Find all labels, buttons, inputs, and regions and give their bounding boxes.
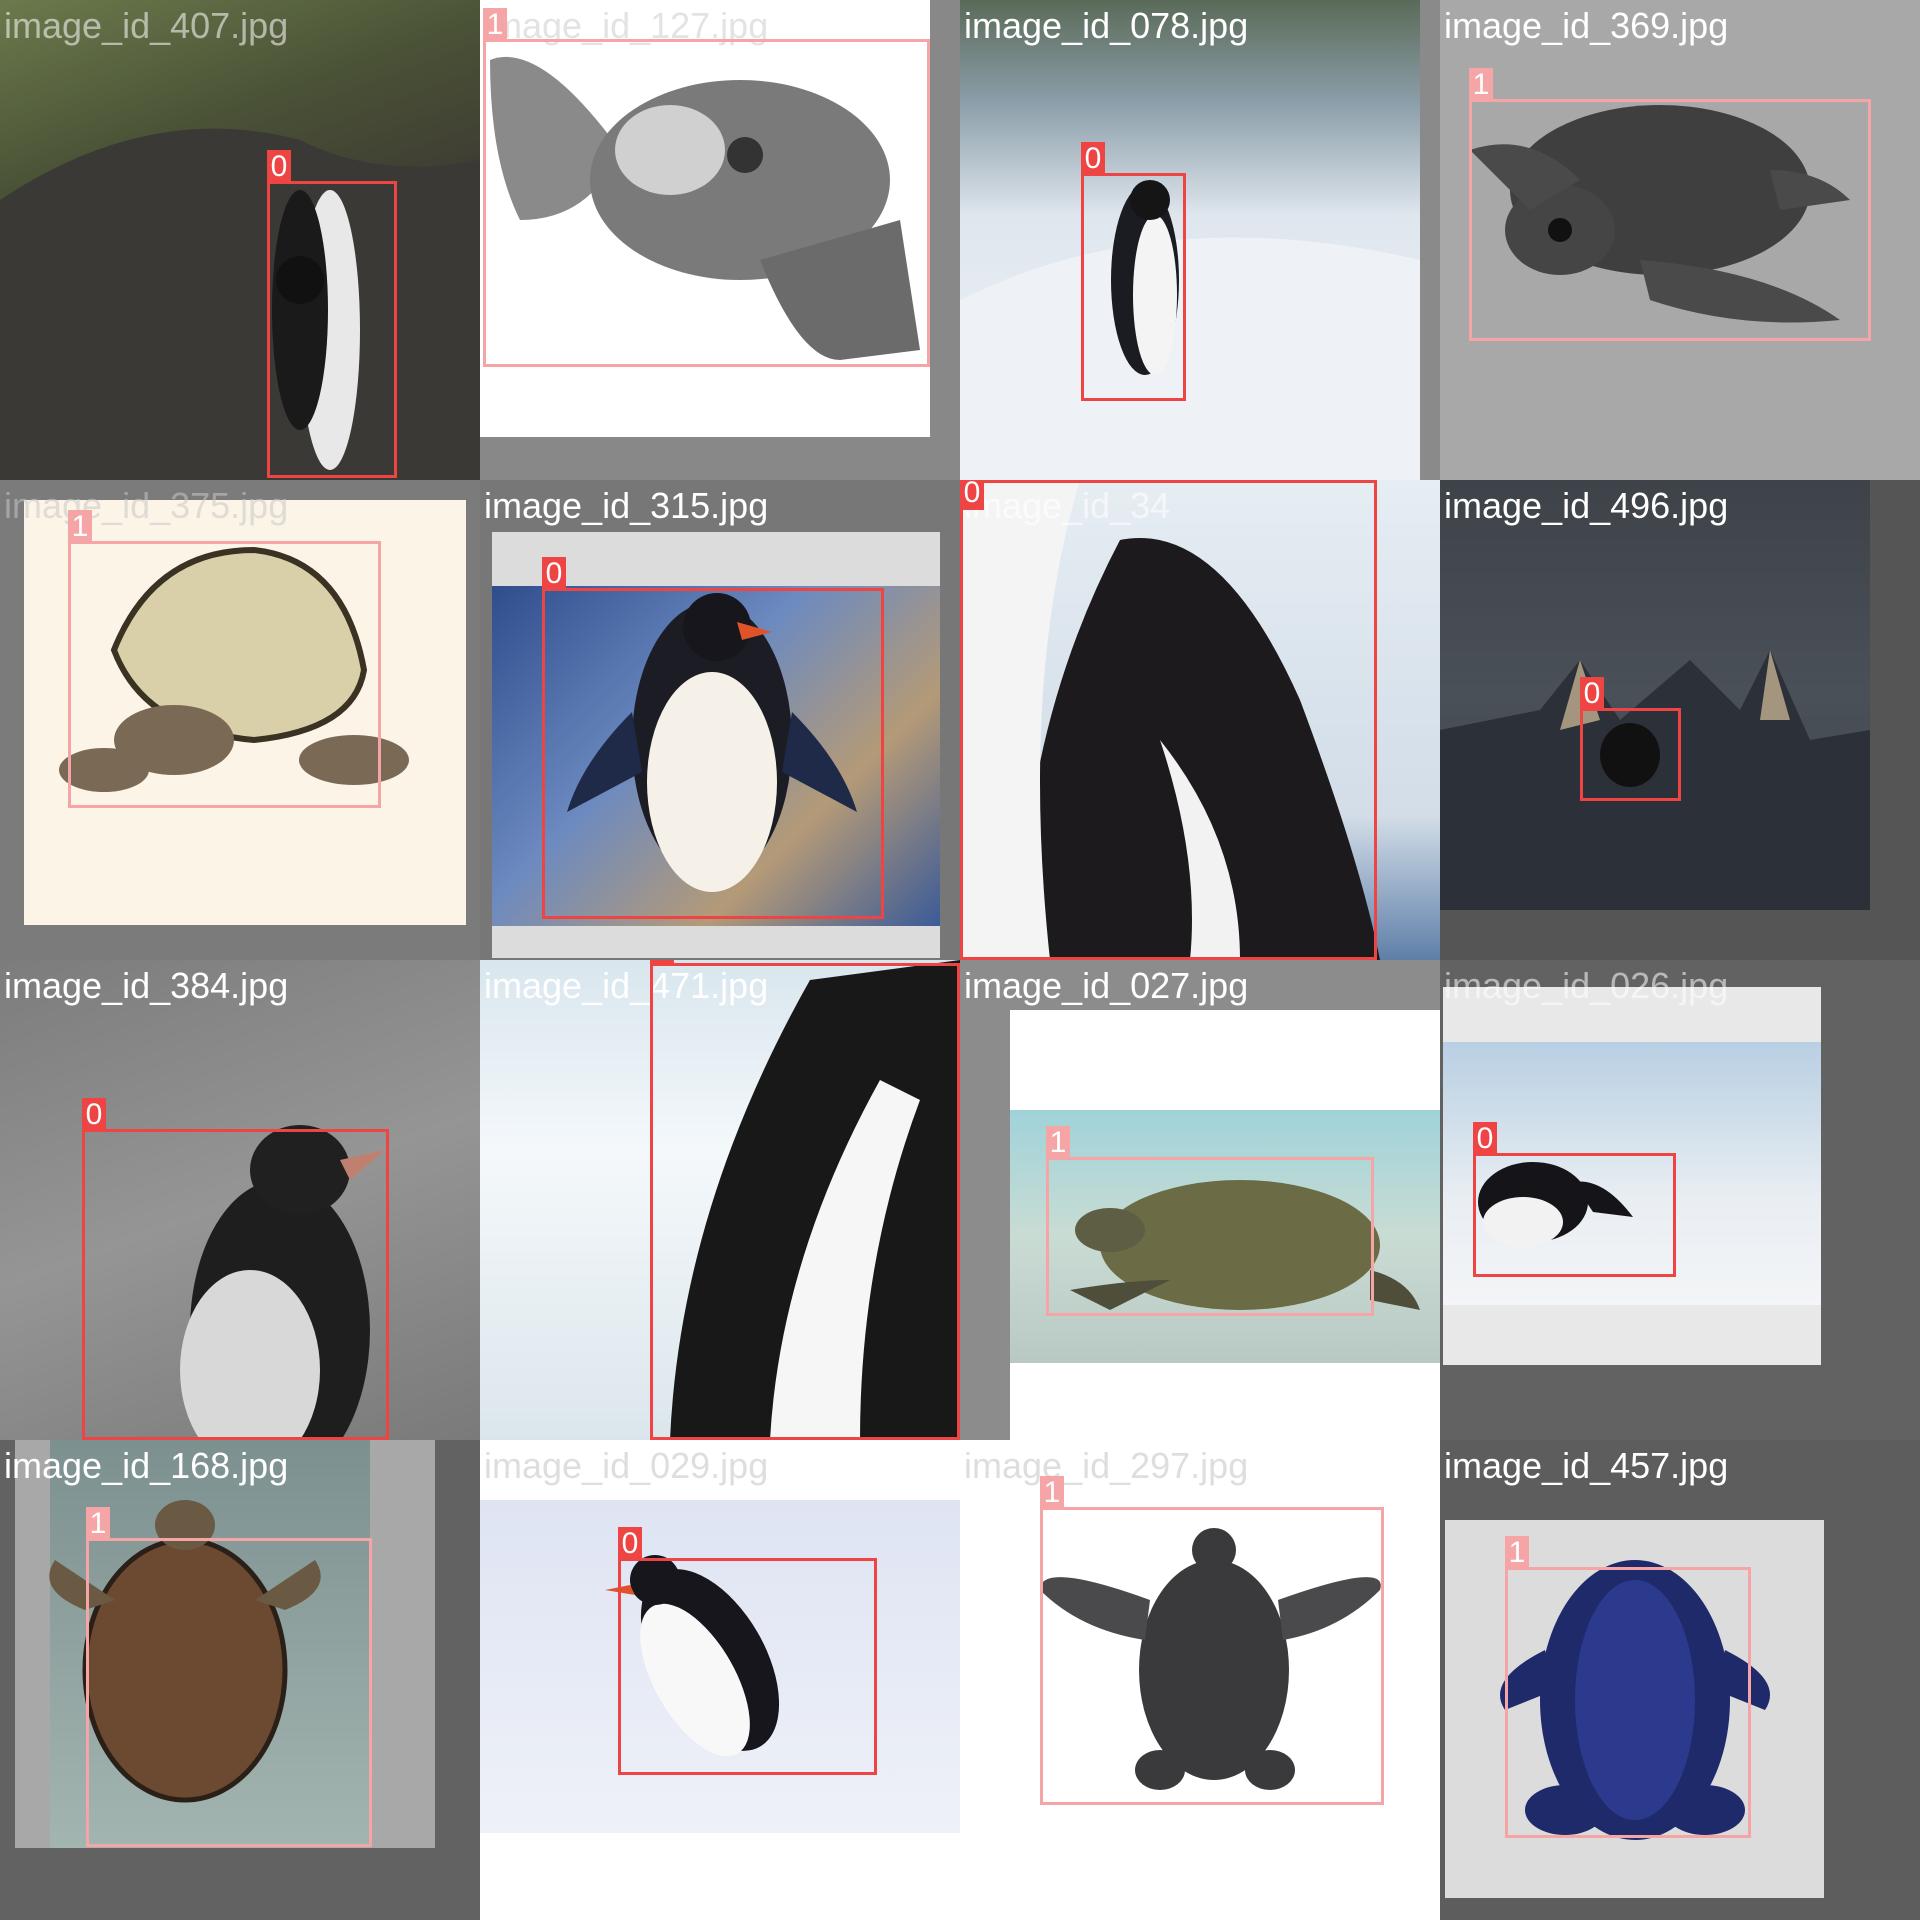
class-label: 0 <box>1580 677 1604 711</box>
penguin-photo <box>960 180 1420 480</box>
file-name-label: image_id_027.jpg <box>964 965 1249 1006</box>
class-label: 0 <box>1081 142 1105 176</box>
bounding-box: 0 <box>1081 142 1186 401</box>
image-tile[interactable]: image_id_078.jpg 0 <box>960 0 1440 480</box>
class-label: 1 <box>1469 68 1493 102</box>
bounding-box: 1 <box>68 510 381 808</box>
bounding-box: 0 <box>960 480 1377 960</box>
file-name-label: image_id_029.jpg <box>484 1445 769 1486</box>
image-tile[interactable]: image_id_369.jpg 1 <box>1440 0 1920 480</box>
class-label: 0 <box>650 960 674 966</box>
image-tile[interactable]: image_id_127.jpg 1 <box>480 0 960 480</box>
image-mosaic-grid: image_id_407.jpg 0 image_id_127.jpg 1 im… <box>0 0 1920 1920</box>
bounding-box: 1 <box>483 8 930 367</box>
bounding-box: 1 <box>1469 68 1871 341</box>
penguin-photo <box>1440 650 1870 910</box>
bounding-box: 0 <box>267 150 397 478</box>
class-label: 1 <box>1505 1536 1529 1570</box>
class-label: 0 <box>618 1527 642 1561</box>
class-label: 0 <box>1473 1122 1497 1156</box>
class-label: 1 <box>1046 1126 1070 1160</box>
image-tile[interactable]: image_id_407.jpg 0 <box>0 0 480 480</box>
bounding-box: 1 <box>1040 1476 1384 1805</box>
bounding-box: 0 <box>1473 1122 1676 1277</box>
class-label: 0 <box>960 480 984 510</box>
bounding-box: 1 <box>86 1507 372 1847</box>
image-tile[interactable]: image_id_315.jpg 0 <box>480 480 960 960</box>
class-label: 0 <box>542 557 566 591</box>
image-tile[interactable]: image_id_297.jpg 1 <box>960 1440 1440 1920</box>
file-name-label: image_id_315.jpg <box>484 485 769 526</box>
bounding-box: 0 <box>1580 677 1681 801</box>
bounding-box: 1 <box>1046 1126 1374 1316</box>
image-tile[interactable]: image_id_496.jpg 0 <box>1440 480 1920 960</box>
image-tile[interactable]: image_id_027.jpg 1 <box>960 960 1440 1440</box>
image-tile[interactable]: image_id_168.jpg 1 <box>0 1440 480 1920</box>
class-label: 0 <box>82 1098 106 1132</box>
bounding-box: 1 <box>1505 1536 1751 1838</box>
class-label: 1 <box>86 1507 110 1541</box>
image-tile[interactable]: image_id_471.jpg 0 <box>480 960 960 1440</box>
photo <box>0 0 480 480</box>
image-tile[interactable]: image_id_375.jpg 1 <box>0 480 480 960</box>
image-tile[interactable]: image_id_026.jpg 0 <box>1440 960 1920 1440</box>
class-label: 1 <box>68 510 92 544</box>
image-tile[interactable]: image_id_34 0 <box>960 480 1440 960</box>
file-name-label: image_id_457.jpg <box>1444 1445 1729 1486</box>
class-label: 1 <box>1040 1476 1064 1510</box>
class-label: 0 <box>267 150 291 184</box>
image-tile[interactable]: image_id_029.jpg 0 <box>480 1440 960 1920</box>
bounding-box: 0 <box>82 1098 389 1440</box>
bounding-box: 0 <box>650 960 960 1440</box>
image-tile[interactable]: image_id_457.jpg 1 <box>1440 1440 1920 1920</box>
bounding-box: 0 <box>618 1527 877 1775</box>
image-tile[interactable]: image_id_384.jpg 0 <box>0 960 480 1440</box>
class-label: 1 <box>483 8 507 42</box>
penguin-photo <box>0 128 480 480</box>
bounding-box: 0 <box>542 557 884 919</box>
photo <box>960 0 1420 480</box>
photo <box>1440 480 1870 910</box>
